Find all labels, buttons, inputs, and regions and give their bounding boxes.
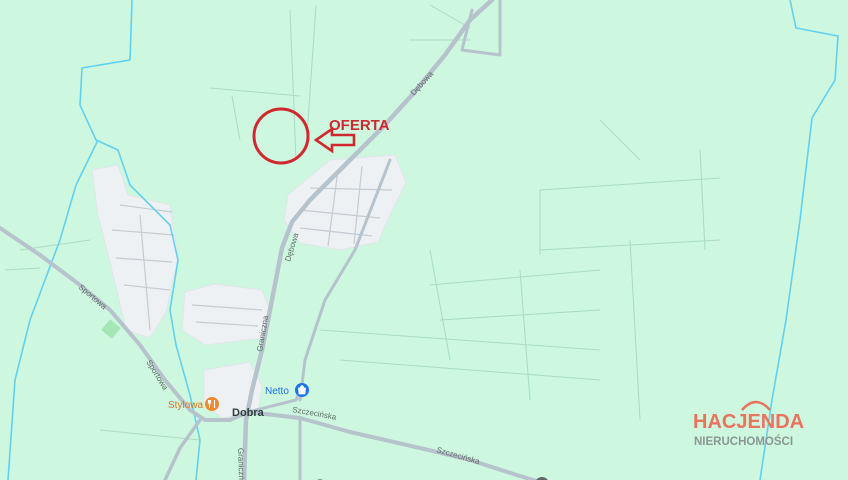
- poi-netto-label: Netto: [265, 386, 289, 397]
- street-label-graniczna-south: Graniczna: [236, 448, 246, 480]
- poi-stylowa[interactable]: Stylowa: [168, 397, 219, 411]
- map-canvas[interactable]: Dębowa Dębowa Graniczna Graniczna Sporto…: [0, 0, 848, 480]
- town-label: Dobra: [232, 407, 265, 419]
- restaurant-icon: [205, 397, 219, 411]
- watermark-brand: HACJENDA: [693, 411, 804, 433]
- offer-label: OFERTA: [329, 117, 390, 134]
- poi-netto[interactable]: Netto: [265, 383, 309, 397]
- watermark-tagline: NIERUCHOMOŚCI: [694, 435, 793, 448]
- poi-stylowa-label: Stylowa: [168, 400, 203, 411]
